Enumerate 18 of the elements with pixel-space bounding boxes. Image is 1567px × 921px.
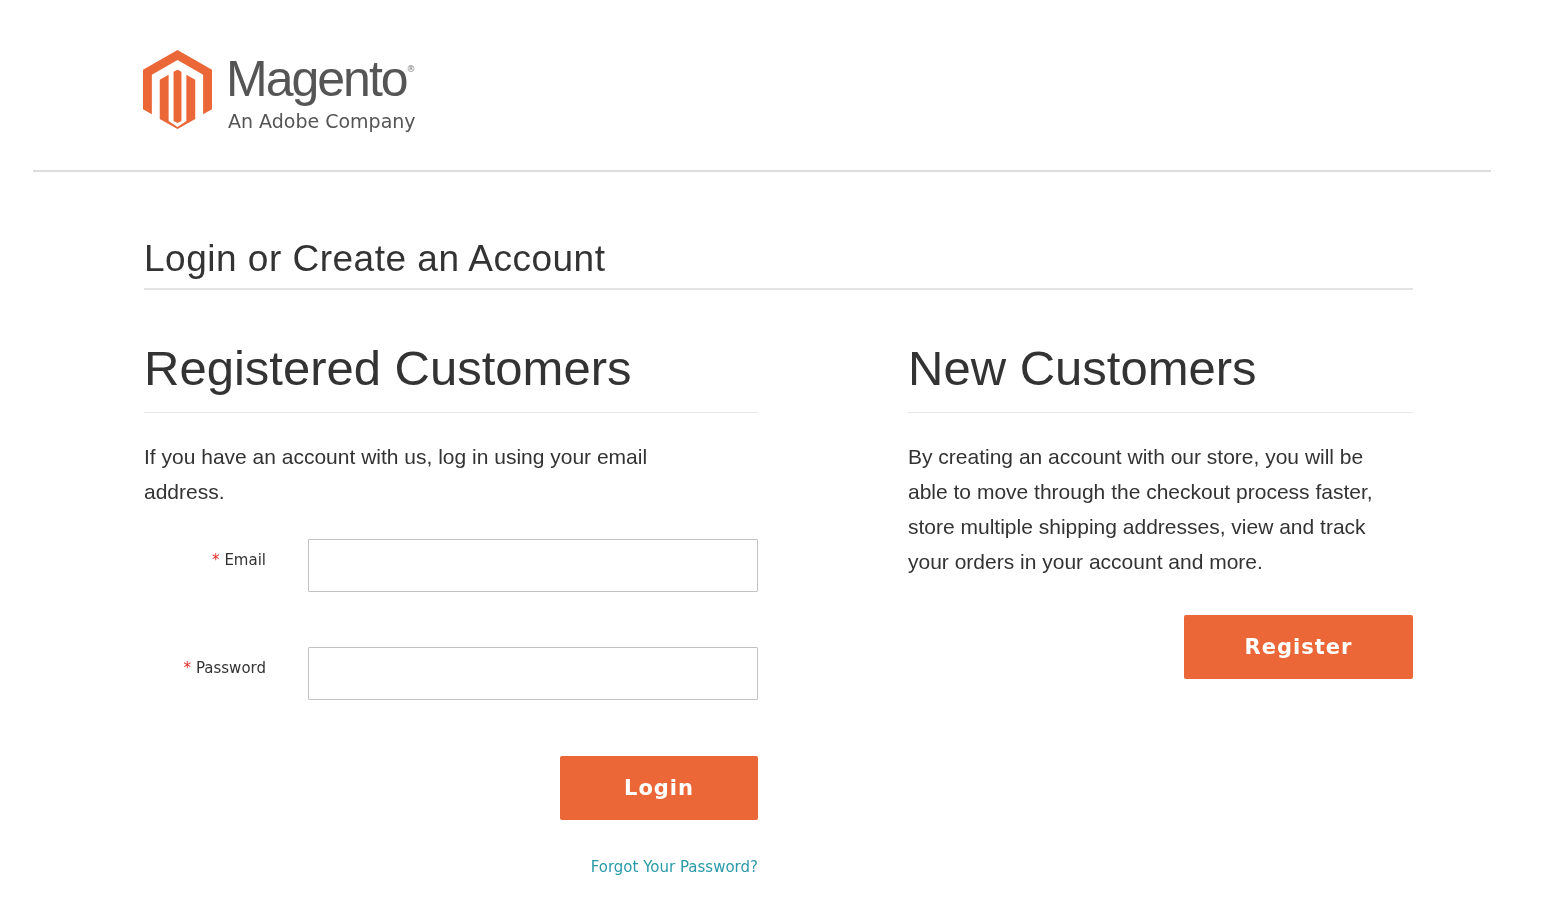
forgot-password-link[interactable]: Forgot Your Password? [590, 857, 758, 876]
page-title: Login or Create an Account [144, 238, 1413, 290]
input-field[interactable] [308, 646, 758, 700]
logo-wordmark: Magento [226, 54, 407, 104]
logo-icon [143, 50, 212, 129]
section-heading: Registered Customers [144, 342, 758, 413]
section-heading: New Customers [908, 342, 1413, 413]
input-field[interactable] [308, 538, 758, 592]
logo-tagline: An Adobe Company [228, 110, 416, 132]
field-label: Password [195, 658, 266, 677]
login-button[interactable]: Login [560, 755, 758, 820]
required-mark: * [183, 658, 191, 677]
required-mark: * [211, 550, 220, 569]
registered-mark: ® [406, 64, 416, 74]
intro-text: By creating an account with our store, you will be able to move through the checkout process faster, store multiple shipping addresses, view and track your orders in your account and more. [908, 443, 1374, 575]
field-label: Email [224, 550, 266, 569]
intro-text: If you have an account with us, log in using your email address. [144, 443, 649, 505]
register-button[interactable]: Register [1184, 614, 1413, 679]
